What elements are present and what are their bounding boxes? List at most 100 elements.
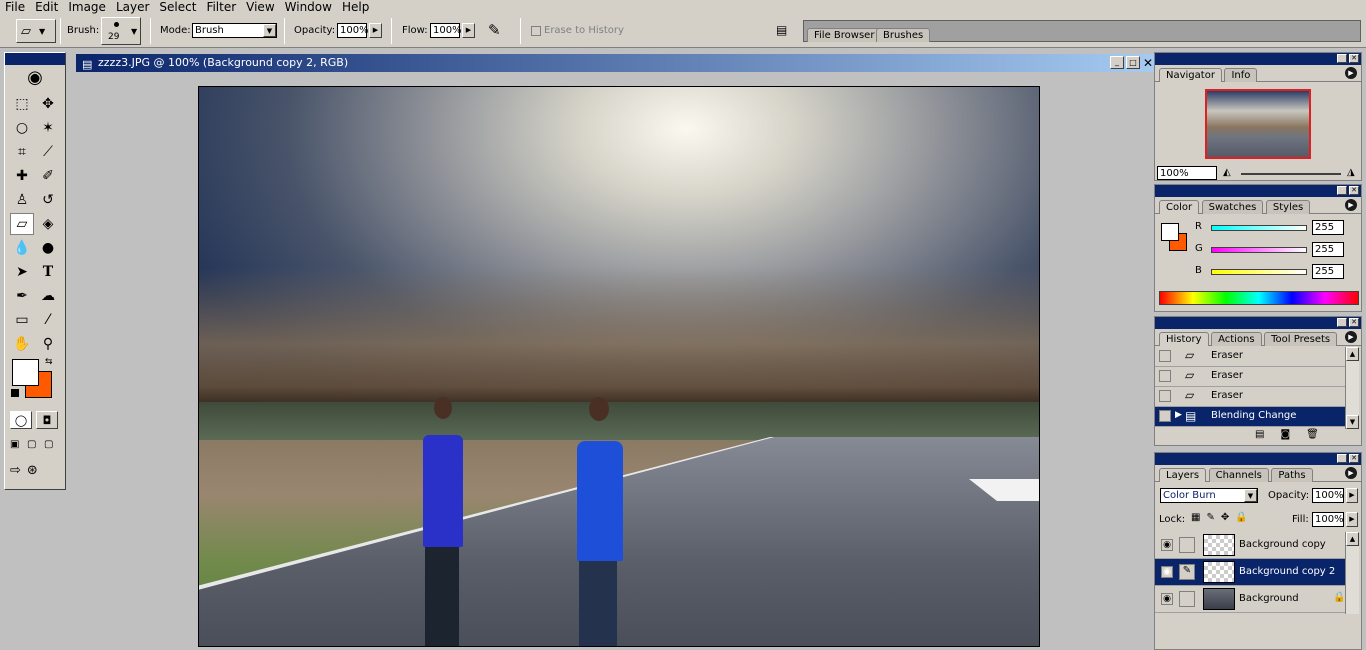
lock-brush-icon[interactable]: ✎ <box>1206 512 1214 523</box>
history-snapshot-checkbox[interactable] <box>1159 350 1171 362</box>
close-icon[interactable]: ✕ <box>1349 454 1359 463</box>
close-icon[interactable]: ✕ <box>1143 54 1153 72</box>
type-icon[interactable]: T <box>36 261 60 283</box>
hand-icon[interactable]: ✋ <box>10 333 34 355</box>
g-field[interactable]: 255 <box>1312 242 1344 257</box>
tab-swatches[interactable]: Swatches <box>1201 200 1264 214</box>
custom-shape-icon[interactable]: ☁ <box>36 285 60 307</box>
blend-mode-select[interactable]: Color Burn ▼ <box>1160 488 1258 503</box>
clone-stamp-icon[interactable]: ♙ <box>10 189 34 211</box>
layer-row-selected[interactable]: ◉ ✎ Background copy 2 <box>1155 559 1347 586</box>
history-item[interactable]: ▱ Eraser <box>1155 387 1345 407</box>
history-snapshot-checkbox[interactable] <box>1159 390 1171 402</box>
tab-styles[interactable]: Styles <box>1265 200 1311 214</box>
adobe-eye-icon[interactable]: ◉ <box>5 65 65 89</box>
foreground-color-swatch[interactable] <box>12 359 39 386</box>
minimize-icon[interactable] <box>1337 54 1347 63</box>
navigator-zoom-slider[interactable] <box>1241 173 1341 175</box>
path-selection-icon[interactable]: ➤ <box>10 261 34 283</box>
standard-screen-icon[interactable]: ▣ <box>10 439 24 453</box>
mode-select[interactable]: Brush ▼ <box>192 23 277 38</box>
tab-brushes[interactable]: Brushes <box>876 28 931 42</box>
palette-well-icon[interactable]: ▤ <box>776 23 787 37</box>
zoom-out-icon[interactable]: ◭ <box>1223 167 1231 178</box>
minimize-icon[interactable] <box>1337 186 1347 195</box>
menu-layer[interactable]: Layer <box>111 0 154 14</box>
layers-scrollbar[interactable]: ▲ <box>1345 532 1359 614</box>
eye-icon[interactable]: ◉ <box>1161 566 1173 578</box>
scroll-up-icon[interactable]: ▲ <box>1346 347 1359 361</box>
magic-wand-icon[interactable]: ✶ <box>36 117 60 139</box>
zoom-icon[interactable]: ⚲ <box>36 333 60 355</box>
lock-transparency-icon[interactable]: ▦ <box>1191 512 1200 523</box>
history-scrollbar[interactable]: ▲ ▼ <box>1345 347 1359 429</box>
tab-color[interactable]: Color <box>1159 200 1200 214</box>
menu-image[interactable]: Image <box>63 0 111 14</box>
paintbrush-icon[interactable]: ✎ <box>1179 564 1195 580</box>
brush-icon[interactable]: ✐ <box>36 165 60 187</box>
r-slider[interactable] <box>1211 225 1307 231</box>
minimize-icon[interactable]: _ <box>1110 56 1124 69</box>
history-brush-icon[interactable]: ↺ <box>36 189 60 211</box>
arrow-right-icon[interactable]: ▶ <box>1346 488 1358 503</box>
panel-menu-icon[interactable]: ▶ <box>1345 199 1357 211</box>
swap-colors-icon[interactable]: ⇆ <box>45 357 53 367</box>
b-slider[interactable] <box>1211 269 1307 275</box>
erase-history-checkbox[interactable] <box>531 26 541 36</box>
layer-link-box[interactable] <box>1179 537 1195 553</box>
menu-window[interactable]: Window <box>280 0 337 14</box>
trash-icon[interactable]: 🗑 <box>1306 429 1319 443</box>
marquee-icon[interactable]: ⬚ <box>10 93 34 115</box>
tab-navigator[interactable]: Navigator <box>1159 68 1222 82</box>
minimize-icon[interactable] <box>1337 318 1347 327</box>
paint-bucket-icon[interactable]: ◈ <box>36 213 60 235</box>
menu-help[interactable]: Help <box>337 0 374 14</box>
lock-move-icon[interactable]: ✥ <box>1221 512 1229 523</box>
layer-row[interactable]: ◉ Background 🔒 <box>1155 586 1347 613</box>
navigator-thumbnail[interactable] <box>1205 89 1311 159</box>
eyedropper-icon[interactable]: ⁄ <box>36 309 60 331</box>
notes-icon[interactable]: ▭ <box>10 309 34 331</box>
eye-icon[interactable]: ◉ <box>1161 593 1173 605</box>
lock-all-icon[interactable]: 🔒 <box>1235 512 1247 523</box>
menu-file[interactable]: File <box>0 0 30 14</box>
layer-opacity-field[interactable]: 100% <box>1312 488 1344 503</box>
history-item[interactable]: ▱ Eraser <box>1155 367 1345 387</box>
default-colors-icon[interactable] <box>11 389 19 397</box>
flow-field[interactable]: 100% <box>430 23 462 38</box>
arrow-right-icon[interactable]: ▶ <box>1346 512 1358 527</box>
history-item[interactable]: ▱ Eraser <box>1155 347 1345 367</box>
full-screen-icon[interactable]: ▢ <box>44 439 58 453</box>
minimize-icon[interactable] <box>1337 454 1347 463</box>
slice-icon[interactable]: ⟋ <box>36 141 60 163</box>
layer-row[interactable]: ◉ Background copy <box>1155 532 1347 559</box>
eraser-icon[interactable]: ▱ <box>10 213 34 235</box>
brush-picker[interactable]: 29 ▼ <box>101 17 141 45</box>
full-screen-menu-icon[interactable]: ▢ <box>27 439 41 453</box>
tab-layers[interactable]: Layers <box>1159 468 1207 482</box>
close-icon[interactable]: ✕ <box>1349 186 1359 195</box>
r-field[interactable]: 255 <box>1312 220 1344 235</box>
scroll-down-icon[interactable]: ▼ <box>1346 415 1359 429</box>
tab-channels[interactable]: Channels <box>1208 468 1269 482</box>
new-document-icon[interactable]: ▤ <box>1255 429 1264 443</box>
history-snapshot-checkbox[interactable] <box>1159 410 1171 422</box>
eye-icon[interactable]: ◉ <box>1161 539 1173 551</box>
history-snapshot-checkbox[interactable] <box>1159 370 1171 382</box>
snapshot-icon[interactable]: ◙ <box>1280 429 1290 443</box>
tab-history[interactable]: History <box>1159 332 1209 346</box>
blur-icon[interactable]: 💧 <box>10 237 34 259</box>
menu-edit[interactable]: Edit <box>30 0 63 14</box>
fill-field[interactable]: 100% <box>1312 512 1344 527</box>
tab-tool-presets[interactable]: Tool Presets <box>1264 332 1338 346</box>
layer-link-box[interactable] <box>1179 591 1195 607</box>
healing-brush-icon[interactable]: ✚ <box>10 165 34 187</box>
scroll-up-icon[interactable]: ▲ <box>1346 532 1359 546</box>
navigator-zoom-field[interactable]: 100% <box>1157 166 1217 180</box>
close-icon[interactable]: ✕ <box>1349 318 1359 327</box>
jump-to-imageready-icon[interactable]: ⇨ <box>10 463 21 481</box>
pen-icon[interactable]: ✒ <box>10 285 34 307</box>
close-icon[interactable]: ✕ <box>1349 54 1359 63</box>
crop-icon[interactable]: ⌗ <box>10 141 34 163</box>
lasso-icon[interactable]: ○ <box>10 117 34 139</box>
